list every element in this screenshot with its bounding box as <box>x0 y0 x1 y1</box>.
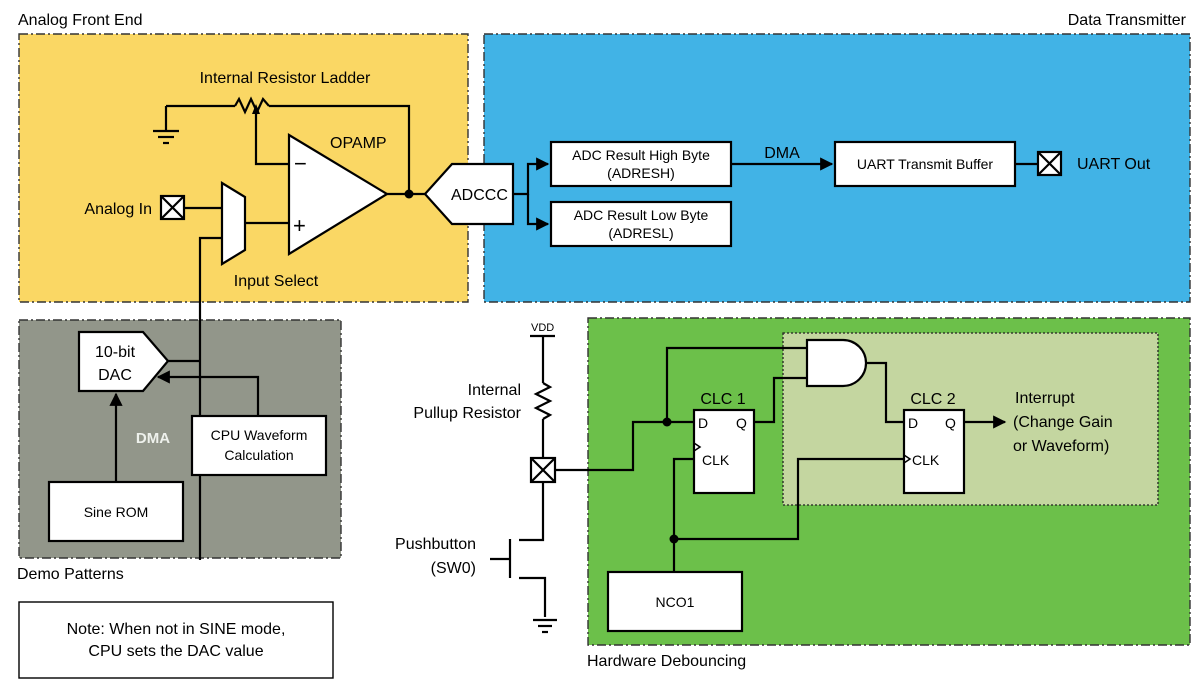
interrupt-label-line2: (Change Gain <box>1013 414 1113 431</box>
dac-label-line1: 10-bit <box>95 344 136 361</box>
vdd-label: VDD <box>531 322 554 334</box>
pullup-label-line2: Pullup Resistor <box>413 405 521 422</box>
clc2-q: Q <box>945 415 956 431</box>
region-title-hardware-debouncing: Hardware Debouncing <box>587 653 746 670</box>
clc1-q: Q <box>736 415 747 431</box>
uart-out-label: UART Out <box>1077 156 1151 173</box>
clc2-d: D <box>908 415 918 431</box>
clc1-clk: CLK <box>702 452 730 468</box>
nco1-label: NCO1 <box>656 594 695 610</box>
dma-label-demo: DMA <box>136 430 170 447</box>
input-select-mux <box>220 181 247 266</box>
ground-icon <box>533 618 557 634</box>
region-title-data-transmitter: Data Transmitter <box>1068 12 1187 29</box>
adc-low-byte-line1: ADC Result Low Byte <box>574 207 709 223</box>
cpu-waveform-box <box>190 414 328 477</box>
region-title-analog-front-end: Analog Front End <box>18 12 143 29</box>
dma-label-transmitter: DMA <box>764 145 800 162</box>
adc-high-byte-line1: ADC Result High Byte <box>572 147 710 163</box>
pushbutton-label-line1: Pushbutton <box>395 536 476 553</box>
opamp-label: OPAMP <box>330 135 387 152</box>
note-box <box>18 601 334 679</box>
pushbutton-label-line2: (SW0) <box>431 560 476 577</box>
pushbutton-icon <box>490 539 512 578</box>
adc-low-byte-line2: (ADRESL) <box>608 225 673 241</box>
adccc-label: ADCCC <box>451 187 508 204</box>
uart-out-pin-icon <box>1036 150 1063 177</box>
interrupt-label-line3: or Waveform) <box>1013 438 1109 455</box>
note-line2: CPU sets the DAC value <box>88 643 263 660</box>
cpu-waveform-line1: CPU Waveform <box>211 427 308 443</box>
uart-transmit-buffer-label: UART Transmit Buffer <box>857 156 993 172</box>
sine-rom-label: Sine ROM <box>84 504 149 520</box>
region-title-demo-patterns: Demo Patterns <box>17 566 124 583</box>
clc1-d: D <box>698 415 708 431</box>
clc2-clk: CLK <box>912 452 940 468</box>
dac-label-line2: DAC <box>98 367 132 384</box>
clc2-label: CLC 2 <box>910 391 955 408</box>
adc-high-byte-line2: (ADRESH) <box>607 165 675 181</box>
pullup-label-line1: Internal <box>468 382 521 399</box>
analog-in-pin-icon <box>159 194 186 221</box>
note-line1: Note: When not in SINE mode, <box>67 621 286 638</box>
pullup-resistor-icon <box>533 382 553 420</box>
resistor-ladder-label: Internal Resistor Ladder <box>200 70 371 87</box>
input-select-label: Input Select <box>234 273 319 290</box>
opamp-minus: − <box>294 151 307 176</box>
cpu-waveform-line2: Calculation <box>224 447 293 463</box>
and-gate <box>805 338 868 388</box>
block-diagram: Analog Front End Data Transmitter Demo P… <box>17 12 1191 679</box>
interrupt-label-line1: Interrupt <box>1015 390 1075 407</box>
analog-in-label: Analog In <box>84 201 152 218</box>
clc1-label: CLC 1 <box>700 391 745 408</box>
button-pin-icon <box>529 456 557 484</box>
opamp-plus: + <box>293 213 306 238</box>
